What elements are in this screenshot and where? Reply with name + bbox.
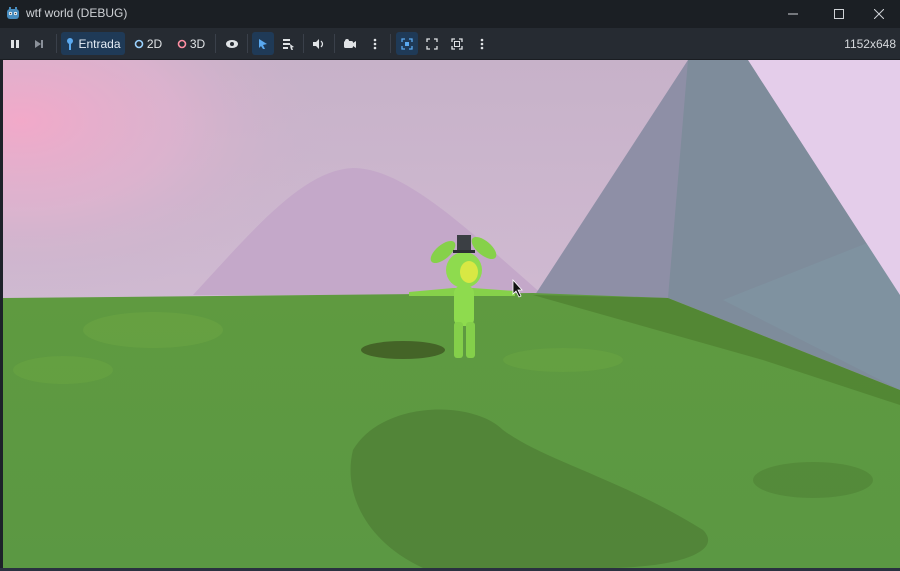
input-label: Entrada <box>78 36 121 51</box>
toolbar-separator <box>215 34 216 53</box>
toolbar-separator <box>56 34 57 53</box>
fullscreen-button[interactable] <box>446 32 468 55</box>
grass-patch <box>503 348 623 372</box>
close-button[interactable] <box>856 0 900 28</box>
toolbar-separator <box>303 34 304 53</box>
window-options-button[interactable] <box>473 32 491 55</box>
minimize-button[interactable] <box>770 0 816 28</box>
dark-grass-patch <box>753 462 873 498</box>
embed-focus-button[interactable] <box>396 32 418 55</box>
character-shadow <box>361 341 445 359</box>
list-select-icon <box>283 38 294 50</box>
expand-icon <box>426 37 438 50</box>
cursor-arrow-icon <box>259 38 267 49</box>
head-highlight <box>460 261 478 283</box>
mode-3d-button[interactable]: 3D <box>174 32 208 55</box>
mode-2d-label: 2D <box>146 36 163 51</box>
toolbar-separator <box>334 34 335 53</box>
vertical-dots-icon <box>480 38 484 49</box>
pause-button[interactable] <box>4 32 26 55</box>
close-icon <box>874 9 884 19</box>
left-leg <box>454 322 463 358</box>
game-viewport[interactable] <box>3 60 900 568</box>
joystick-icon <box>67 37 74 50</box>
camera-override-button[interactable] <box>339 32 361 55</box>
list-select-button[interactable] <box>277 32 299 55</box>
visibility-button[interactable] <box>221 32 243 55</box>
resolution-label: 1152x648 <box>844 37 896 51</box>
toolbar-separator <box>390 34 391 53</box>
pause-icon <box>11 39 19 48</box>
grass-patch <box>13 356 113 384</box>
top-hat <box>457 235 471 252</box>
maximize-icon <box>834 9 844 19</box>
input-toggle-button[interactable]: Entrada <box>61 32 125 55</box>
debug-toolbar: Entrada 2D 3D 1152x648 <box>0 28 900 60</box>
embed-window-icon <box>401 37 413 50</box>
torso <box>454 286 474 326</box>
camera-options-button[interactable] <box>366 32 384 55</box>
mode-2d-button[interactable]: 2D <box>131 32 165 55</box>
hat-brim <box>453 250 475 253</box>
window-title: wtf world (DEBUG) <box>26 6 128 20</box>
next-frame-icon <box>35 39 43 48</box>
fit-window-button[interactable] <box>421 32 443 55</box>
title-bar: wtf world (DEBUG) <box>0 0 900 28</box>
audio-button[interactable] <box>308 32 330 55</box>
camera-icon <box>344 38 356 48</box>
next-frame-button[interactable] <box>28 32 50 55</box>
game-scene[interactable] <box>3 60 900 568</box>
select-mode-button[interactable] <box>252 32 274 55</box>
right-leg <box>466 322 475 358</box>
speaker-icon <box>313 38 324 49</box>
circle-2d-icon <box>134 39 144 48</box>
fullscreen-icon <box>451 37 463 50</box>
grass-patch <box>83 312 223 348</box>
toolbar-separator <box>247 34 248 53</box>
eye-icon <box>226 39 238 48</box>
circle-3d-icon <box>177 39 187 48</box>
minimize-icon <box>788 13 798 15</box>
mode-3d-label: 3D <box>189 36 206 51</box>
vertical-dots-icon <box>373 38 377 49</box>
godot-icon <box>7 7 19 19</box>
